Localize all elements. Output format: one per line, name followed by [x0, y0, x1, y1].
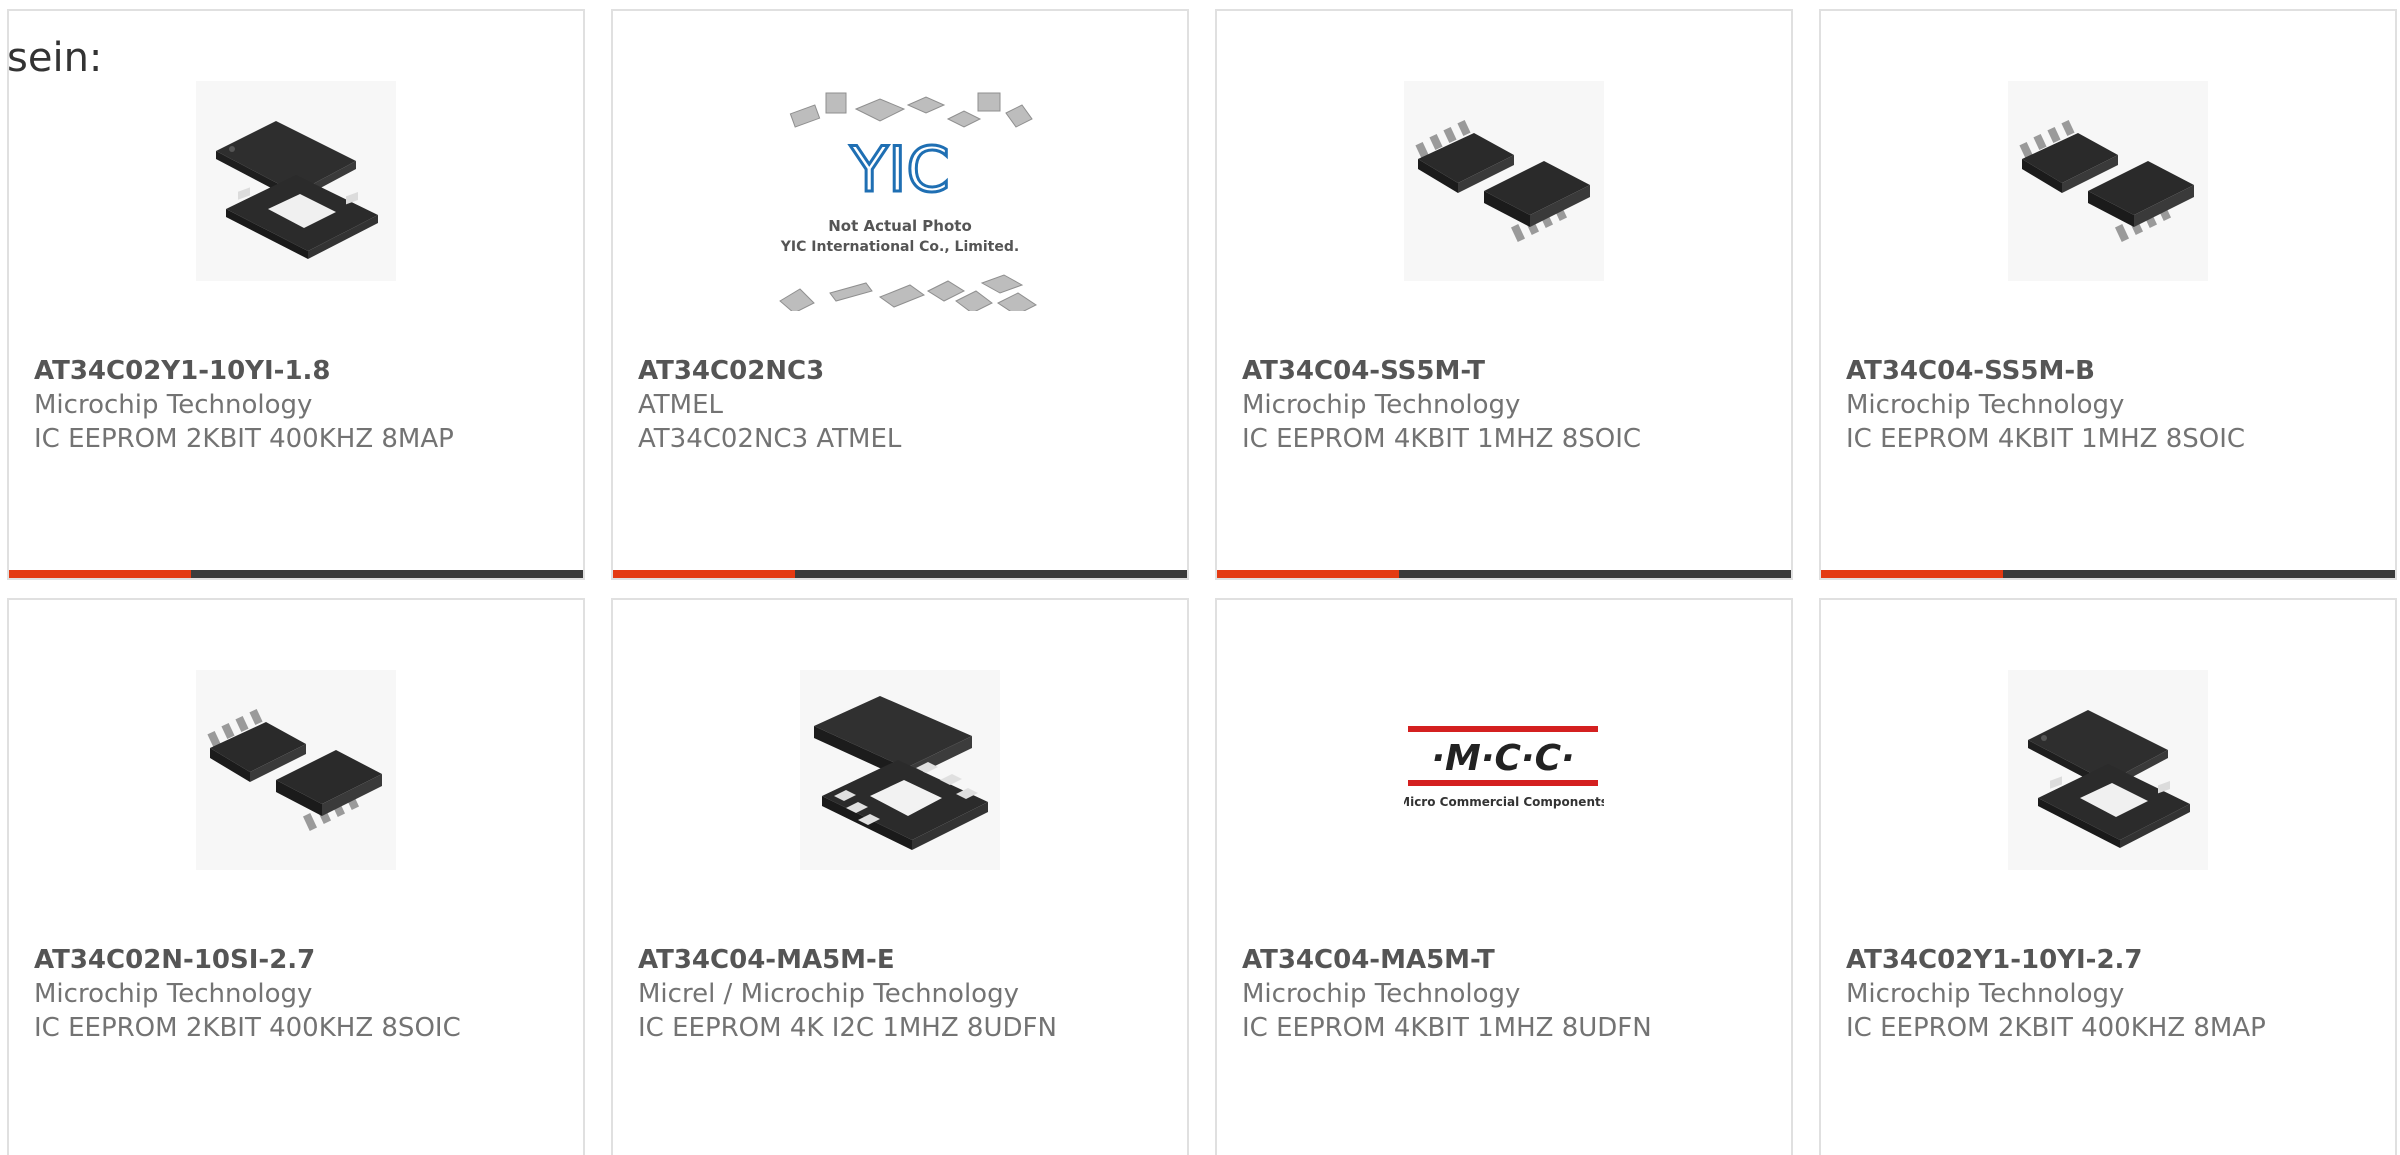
product-info: AT34C04-MA5M-E Micrel / Microchip Techno…: [638, 943, 1177, 1045]
product-info: AT34C04-SS5M-B Microchip Technology IC E…: [1846, 354, 2385, 456]
card-accent: [613, 570, 795, 578]
mcc-logo: ·M·C·C· Micro Commercial Components: [1404, 670, 1604, 870]
product-info: AT34C04-MA5M-T Microchip Technology IC E…: [1242, 943, 1781, 1045]
map-package-icon: [2008, 670, 2208, 870]
mcc-logo-caption: Micro Commercial Components: [1404, 795, 1604, 809]
description: IC EEPROM 2KBIT 400KHZ 8MAP: [1846, 1013, 2266, 1043]
map-package-icon: [196, 81, 396, 281]
soic-package-icon: [196, 670, 396, 870]
part-number-link[interactable]: AT34C02NC3: [638, 354, 1177, 388]
manufacturer: Microchip Technology: [1846, 979, 2125, 1009]
card-accent: [9, 570, 191, 578]
soic-package-icon: [1404, 81, 1604, 281]
udfn-package-icon: [800, 670, 1000, 870]
part-number-link[interactable]: AT34C02N-10SI-2.7: [34, 943, 573, 977]
mcc-logo-text: ·M·C·C·: [1431, 738, 1574, 779]
card-bottom-bar: [9, 570, 583, 578]
part-number-link[interactable]: AT34C04-SS5M-B: [1846, 354, 2385, 388]
manufacturer: Microchip Technology: [34, 390, 313, 420]
manufacturer: Micrel / Microchip Technology: [638, 979, 1019, 1009]
description: AT34C02NC3 ATMEL: [638, 424, 902, 454]
product-info: AT34C02N-10SI-2.7 Microchip Technology I…: [34, 943, 573, 1045]
part-number-link[interactable]: AT34C04-SS5M-T: [1242, 354, 1781, 388]
card-bottom-bar: [613, 570, 1187, 578]
product-grid-page: sein: AT34C02Y1-10YI-1.8 Microchip Techn…: [0, 0, 2400, 1155]
soic-package-icon: [2008, 81, 2208, 281]
product-info: AT34C02Y1-10YI-1.8 Microchip Technology …: [34, 354, 573, 456]
product-card[interactable]: ·M·C·C· Micro Commercial Components AT34…: [1215, 598, 1793, 1155]
product-card[interactable]: AT34C04-SS5M-T Microchip Technology IC E…: [1215, 9, 1793, 580]
card-bottom-bar: [1821, 570, 2395, 578]
product-card[interactable]: AT34C04-SS5M-B Microchip Technology IC E…: [1819, 9, 2397, 580]
manufacturer: ATMEL: [638, 390, 723, 420]
card-accent: [1821, 570, 2003, 578]
part-number-link[interactable]: AT34C02Y1-10YI-1.8: [34, 354, 573, 388]
card-bottom-bar: [1217, 570, 1791, 578]
product-info: AT34C02Y1-10YI-2.7 Microchip Technology …: [1846, 943, 2385, 1045]
description: IC EEPROM 2KBIT 400KHZ 8SOIC: [34, 1013, 461, 1043]
product-info: AT34C04-SS5M-T Microchip Technology IC E…: [1242, 354, 1781, 456]
product-card[interactable]: AT34C02N-10SI-2.7 Microchip Technology I…: [7, 598, 585, 1155]
manufacturer: Microchip Technology: [1242, 390, 1521, 420]
placeholder-photo: YIC Not Actual Photo YIC International C…: [760, 71, 1040, 311]
product-card[interactable]: AT34C02Y1-10YI-2.7 Microchip Technology …: [1819, 598, 2397, 1155]
product-card[interactable]: AT34C02Y1-10YI-1.8 Microchip Technology …: [7, 9, 585, 580]
part-number-link[interactable]: AT34C04-MA5M-T: [1242, 943, 1781, 977]
description: IC EEPROM 4KBIT 1MHZ 8SOIC: [1846, 424, 2246, 454]
manufacturer: Microchip Technology: [1242, 979, 1521, 1009]
card-accent: [1217, 570, 1399, 578]
description: IC EEPROM 4K I2C 1MHZ 8UDFN: [638, 1013, 1057, 1043]
product-card[interactable]: AT34C04-MA5M-E Micrel / Microchip Techno…: [611, 598, 1189, 1155]
product-info: AT34C02NC3 ATMEL AT34C02NC3 ATMEL: [638, 354, 1177, 456]
placeholder-caption: Not Actual Photo: [828, 217, 972, 235]
part-number-link[interactable]: AT34C02Y1-10YI-2.7: [1846, 943, 2385, 977]
description: IC EEPROM 4KBIT 1MHZ 8SOIC: [1242, 424, 1642, 454]
description: IC EEPROM 4KBIT 1MHZ 8UDFN: [1242, 1013, 1652, 1043]
manufacturer: Microchip Technology: [34, 979, 313, 1009]
placeholder-company: YIC International Co., Limited.: [780, 239, 1019, 255]
intro-text: sein:: [7, 35, 103, 81]
part-number-link[interactable]: AT34C04-MA5M-E: [638, 943, 1177, 977]
product-card[interactable]: YIC Not Actual Photo YIC International C…: [611, 9, 1189, 580]
manufacturer: Microchip Technology: [1846, 390, 2125, 420]
placeholder-logo: YIC: [849, 133, 949, 206]
description: IC EEPROM 2KBIT 400KHZ 8MAP: [34, 424, 454, 454]
